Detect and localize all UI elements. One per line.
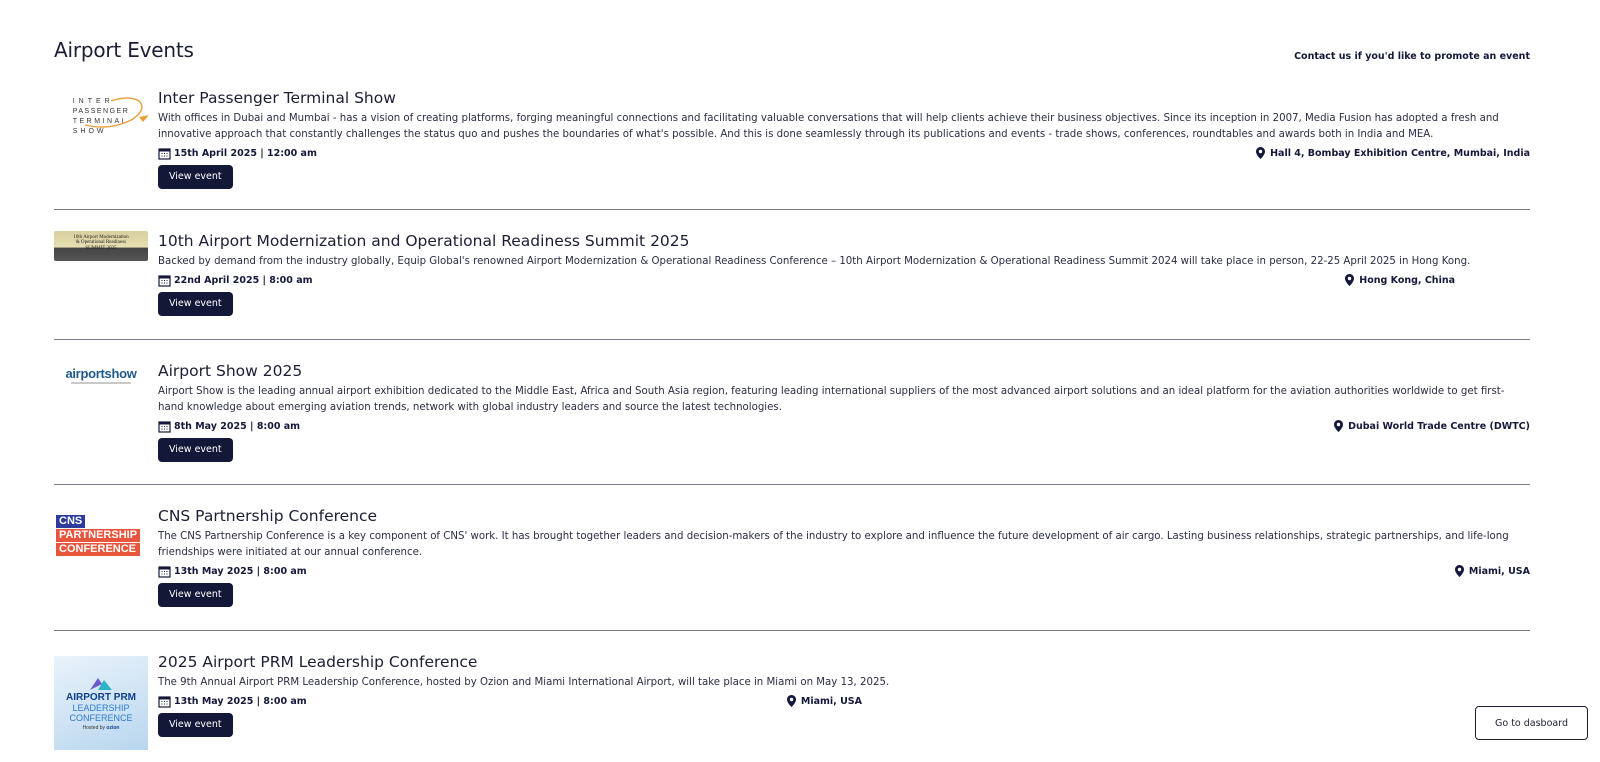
event-logo: airportshow xyxy=(54,361,148,391)
page-title: Airport Events xyxy=(54,38,194,62)
event-location: Miami, USA xyxy=(1454,565,1530,577)
divider xyxy=(54,630,1530,631)
event-location-text: Hall 4, Bombay Exhibition Centre, Mumbai… xyxy=(1270,147,1530,159)
go-to-dashboard-button[interactable]: Go to dasboard xyxy=(1475,706,1588,740)
event-logo: INTER PASSENGER TERMINAL SHOW xyxy=(54,92,148,142)
event-location: Dubai World Trade Centre (DWTC) xyxy=(1334,420,1530,432)
event-description: The 9th Annual Airport PRM Leadership Co… xyxy=(158,677,890,688)
event-date-text: 13th May 2025 | 8:00 am xyxy=(174,566,307,577)
event-logo: CNS PARTNERSHIP CONFERENCE xyxy=(54,512,148,558)
page-header: Airport Events Contact us if you'd like … xyxy=(54,38,1530,68)
logo-text-line: SUMMIT 2025 xyxy=(85,245,117,251)
event-title: 2025 Airport PRM Leadership Conference xyxy=(158,653,478,671)
event-item: airportshow Airport Show 2025 Airport Sh… xyxy=(54,361,1530,471)
divider xyxy=(54,339,1530,340)
event-location-text: Hong Kong, China xyxy=(1359,274,1455,286)
view-event-button[interactable]: View event xyxy=(158,165,233,189)
event-description: The CNS Partnership Conference is a key … xyxy=(158,531,1509,558)
location-pin-icon xyxy=(786,695,796,707)
logo-text-line: CONFERENCE xyxy=(69,712,133,723)
logo-text-line: ozion xyxy=(106,724,120,731)
event-title: Airport Show 2025 xyxy=(158,362,303,380)
event-location-text: Dubai World Trade Centre (DWTC) xyxy=(1348,420,1530,432)
event-item: CNS PARTNERSHIP CONFERENCE CNS Partnersh… xyxy=(54,506,1530,616)
promote-event-link[interactable]: Contact us if you'd like to promote an e… xyxy=(1294,51,1530,62)
event-title: CNS Partnership Conference xyxy=(158,507,378,525)
event-item: AIRPORT PRM LEADERSHIP CONFERENCE Hosted… xyxy=(54,652,1530,752)
view-event-button[interactable]: View event xyxy=(158,292,233,316)
event-date: 22nd April 2025 | 8:00 am xyxy=(158,274,313,287)
event-date: 15th April 2025 | 12:00 am xyxy=(158,147,317,160)
location-pin-icon xyxy=(1345,274,1355,286)
event-logo: 10th Airport Modernization & Operational… xyxy=(54,231,148,261)
event-description: Backed by demand from the industry globa… xyxy=(158,256,1471,267)
logo-text-line: PARTNERSHIP xyxy=(56,528,141,542)
logo-text-line: LEADERSHIP xyxy=(72,702,130,713)
location-pin-icon xyxy=(1334,420,1344,432)
calendar-icon xyxy=(158,148,171,160)
event-location-text: Miami, USA xyxy=(800,695,862,707)
event-logo: AIRPORT PRM LEADERSHIP CONFERENCE Hosted… xyxy=(54,656,148,750)
calendar-icon xyxy=(158,421,171,433)
view-event-button[interactable]: View event xyxy=(158,438,233,462)
event-item: INTER PASSENGER TERMINAL SHOW Inter Pass… xyxy=(54,88,1530,194)
logo-text-line: airportshow xyxy=(65,366,137,381)
event-date-text: 22nd April 2025 | 8:00 am xyxy=(174,275,313,286)
logo-text-line: Hosted by xyxy=(82,724,106,731)
logo-text-line: CNS xyxy=(56,514,86,528)
location-pin-icon xyxy=(1454,565,1464,577)
event-date: 13th May 2025 | 8:00 am xyxy=(158,695,307,708)
event-date: 13th May 2025 | 8:00 am xyxy=(158,565,307,578)
event-date-text: 8th May 2025 | 8:00 am xyxy=(174,421,301,432)
event-location: Hong Kong, China xyxy=(1345,274,1455,286)
event-description: With offices in Dubai and Mumbai - has a… xyxy=(158,113,1499,140)
event-title: 10th Airport Modernization and Operation… xyxy=(158,232,690,250)
location-pin-icon xyxy=(1256,147,1266,159)
view-event-button[interactable]: View event xyxy=(158,583,233,607)
plane-swoosh-icon xyxy=(84,97,148,128)
event-date-text: 15th April 2025 | 12:00 am xyxy=(174,148,317,159)
event-description: Airport Show is the leading annual airpo… xyxy=(158,386,1505,413)
logo-text-line: CONFERENCE xyxy=(56,542,141,556)
logo-text-line: & Operational Readiness xyxy=(75,240,127,246)
prm-logo-mark-icon xyxy=(90,677,112,690)
event-item: 10th Airport Modernization & Operational… xyxy=(54,231,1530,321)
view-event-button[interactable]: View event xyxy=(158,713,233,737)
event-date: 8th May 2025 | 8:00 am xyxy=(158,420,300,433)
event-date-text: 13th May 2025 | 8:00 am xyxy=(174,696,307,707)
calendar-icon xyxy=(158,566,171,578)
event-title: Inter Passenger Terminal Show xyxy=(158,89,396,107)
divider xyxy=(54,209,1530,210)
event-location: Hall 4, Bombay Exhibition Centre, Mumbai… xyxy=(1256,147,1530,159)
event-location: Miami, USA xyxy=(786,695,862,707)
divider xyxy=(54,484,1530,485)
calendar-icon xyxy=(158,696,171,708)
event-location-text: Miami, USA xyxy=(1468,565,1530,577)
logo-text-line: AIRPORT PRM xyxy=(66,691,136,703)
calendar-icon xyxy=(158,275,171,287)
